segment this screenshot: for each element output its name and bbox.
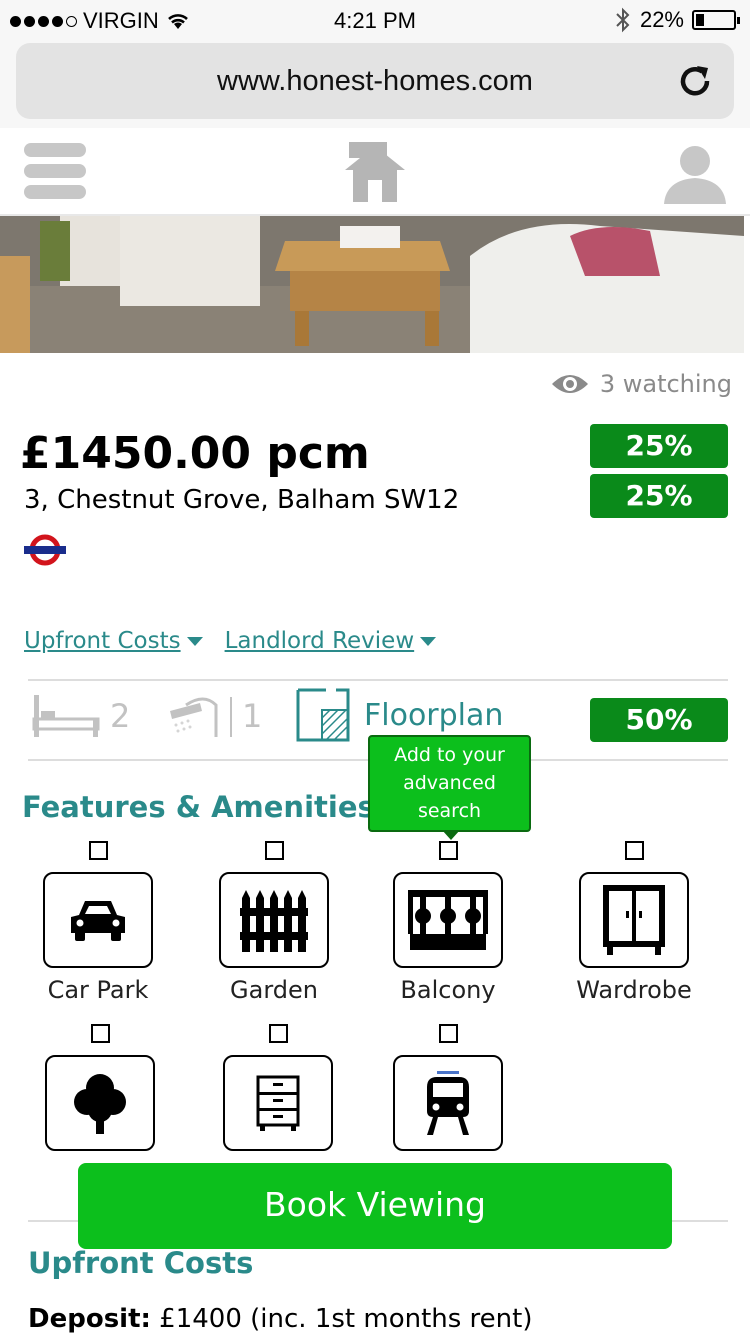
feature-car-park: Car Park	[18, 841, 178, 1004]
watching-label: 3 watching	[599, 370, 732, 398]
deposit-line: Deposit: £1400 (inc. 1st months rent)	[28, 1304, 533, 1334]
property-address: 3, Chestnut Grove, Balham SW12	[24, 485, 460, 515]
feature-checkbox[interactable]	[268, 1024, 288, 1043]
feature-park	[20, 1024, 180, 1159]
upfront-costs-heading: Upfront Costs	[28, 1246, 254, 1280]
living-room-image	[0, 216, 744, 353]
watchers-count: 3 watching	[550, 370, 732, 398]
bathrooms: 1	[166, 693, 262, 739]
feature-checkbox[interactable]	[88, 841, 108, 860]
floorplan-link[interactable]: Floorplan	[296, 688, 503, 742]
tooltip-line: advanced	[403, 772, 496, 794]
wardrobe-icon	[603, 885, 665, 955]
fence-icon	[240, 890, 308, 952]
rent-price: £1450.00 pcm	[20, 428, 370, 479]
feature-checkbox[interactable]	[624, 841, 644, 860]
feature-balcony: Balcony	[368, 841, 528, 1004]
address-bar[interactable]: www.honest-homes.com	[16, 43, 734, 119]
drawers-tile[interactable]	[223, 1055, 333, 1151]
garden-tile[interactable]	[219, 872, 329, 968]
bedrooms-count: 2	[110, 697, 131, 735]
feature-checkbox[interactable]	[264, 841, 284, 860]
bathrooms-count: 1	[242, 697, 263, 735]
car-park-tile[interactable]	[43, 872, 153, 968]
car-icon	[71, 901, 125, 941]
home-icon[interactable]	[345, 140, 405, 202]
bluetooth-icon	[616, 7, 630, 33]
floorplan-label[interactable]: Floorplan	[364, 698, 503, 733]
chevron-down-icon	[420, 636, 437, 646]
feature-checkbox[interactable]	[90, 1024, 110, 1043]
balcony-tile[interactable]	[393, 872, 503, 968]
features-title: Features & Amenities:	[22, 790, 387, 824]
battery-icon	[692, 10, 740, 30]
feature-label: Wardrobe	[576, 976, 692, 1004]
balcony-icon	[408, 890, 488, 950]
bed-icon	[32, 695, 100, 737]
underground-icon	[24, 534, 66, 566]
chevron-down-icon	[186, 636, 203, 646]
feature-wardrobe: Wardrobe	[554, 841, 714, 1004]
feature-checkbox[interactable]	[438, 841, 458, 860]
park-tile[interactable]	[45, 1055, 155, 1151]
url-text[interactable]: www.honest-homes.com	[16, 65, 734, 98]
upfront-costs-link[interactable]: Upfront Costs	[24, 628, 203, 654]
eye-icon	[551, 375, 588, 393]
tree-icon	[74, 1074, 126, 1134]
deposit-value: £1400 (inc. 1st months rent)	[150, 1304, 533, 1334]
feature-label: Garden	[230, 976, 318, 1004]
property-photo[interactable]	[0, 216, 744, 353]
floorplan-score-badge: 50%	[590, 698, 728, 742]
status-bar: VIRGIN 4:21 PM 22%	[0, 0, 750, 40]
advanced-search-tooltip: Add to your advanced search	[368, 735, 531, 840]
landlord-review-link[interactable]: Landlord Review	[225, 628, 437, 654]
book-viewing-button[interactable]: Book Viewing	[78, 1163, 672, 1249]
user-icon[interactable]	[664, 142, 726, 204]
deposit-label: Deposit:	[28, 1304, 151, 1334]
floorplan-icon	[296, 688, 350, 742]
divider	[28, 679, 728, 681]
menu-icon[interactable]	[24, 143, 86, 201]
reload-icon[interactable]	[674, 60, 716, 102]
tooltip-line: search	[417, 800, 482, 822]
feature-checkbox[interactable]	[438, 1024, 458, 1043]
shower-icon	[170, 697, 232, 737]
feature-drawers	[198, 1024, 358, 1159]
feature-garden: Garden	[194, 841, 354, 1004]
score-badge: 25%	[590, 474, 728, 518]
battery-percent: 22%	[639, 7, 684, 32]
feature-label: Car Park	[47, 976, 149, 1004]
feature-train-station	[368, 1024, 528, 1159]
score-badge: 25%	[590, 424, 728, 468]
app-header	[0, 128, 750, 216]
info-links: Upfront Costs Landlord Review	[24, 628, 437, 654]
browser-bar: www.honest-homes.com	[0, 40, 750, 128]
tooltip-line: Add to your	[394, 744, 505, 766]
train-station-tile[interactable]	[393, 1055, 503, 1151]
feature-label: Balcony	[400, 976, 496, 1004]
train-icon	[427, 1071, 469, 1135]
drawers-icon	[256, 1075, 300, 1131]
wardrobe-tile[interactable]	[579, 872, 689, 968]
bedrooms: 2	[32, 693, 130, 739]
